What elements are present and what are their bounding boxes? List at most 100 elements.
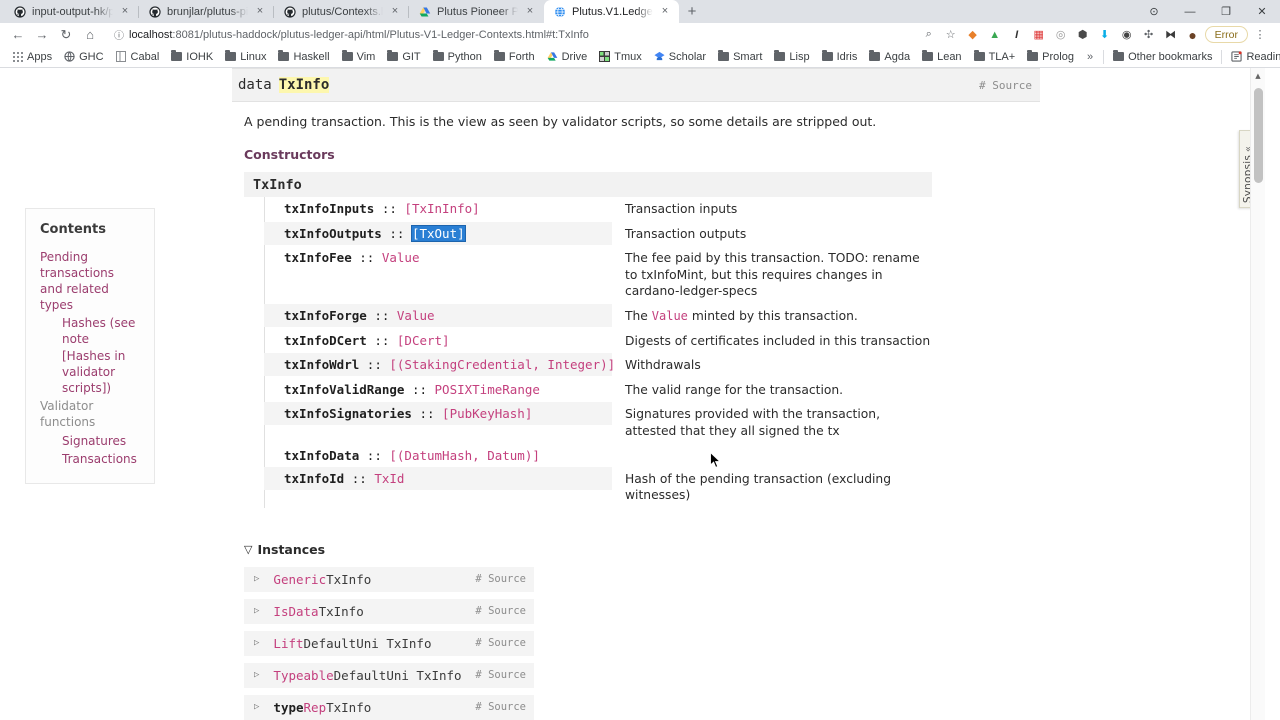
chevron-right-icon[interactable]: ▷ [254, 638, 259, 648]
forward-button[interactable]: → [30, 24, 54, 46]
sidebar-item-pending-transactions[interactable]: Pending transactions and related types [40, 249, 140, 314]
list-item[interactable]: ▷ Lift DefaultUni TxInfo # Source [244, 631, 534, 656]
bookmark-tla[interactable]: TLA+ [968, 48, 1022, 66]
other-bookmarks-button[interactable]: Other bookmarks [1107, 48, 1218, 66]
sidebar-item-hashes[interactable]: Hashes (see note [Hashes in validator sc… [40, 315, 140, 396]
address-bar[interactable]: ⓘ localhost:8081/plutus-haddock/plutus-l… [106, 26, 915, 43]
reload-button[interactable]: ↻ [54, 24, 78, 46]
tab-close-icon[interactable]: × [524, 6, 536, 17]
info-icon[interactable]: ⓘ [114, 27, 124, 42]
extension-cat-icon[interactable]: ◆ [963, 25, 983, 45]
bookmark-tmux[interactable]: Tmux [593, 48, 648, 66]
field-type-selected[interactable]: [TxOut] [412, 226, 465, 241]
bookmark-ghc[interactable]: GHC [58, 48, 109, 66]
extension-puzzle-icon[interactable]: ✣ [1139, 25, 1159, 45]
source-link[interactable]: # Source [979, 79, 1032, 92]
source-link[interactable]: # Source [475, 637, 526, 649]
reading-list-button[interactable]: Reading list [1225, 48, 1280, 66]
chevron-down-icon[interactable]: ▽ [244, 543, 252, 556]
browser-tab-3[interactable]: Plutus Pioneer Program × [409, 0, 544, 23]
browser-tab-0[interactable]: input-output-hk/plutus- × [4, 0, 139, 23]
bookmark-python[interactable]: Python [427, 48, 488, 66]
bookmark-git[interactable]: GIT [381, 48, 426, 66]
bookmark-scholar[interactable]: Scholar [648, 48, 712, 66]
instance-class[interactable]: Rep [304, 700, 327, 715]
scrollbar-thumb[interactable] [1254, 88, 1263, 183]
field-type[interactable]: [PubKeyHash] [442, 406, 532, 421]
extension-download-icon[interactable]: ⬇ [1095, 25, 1115, 45]
bookmark-prolog[interactable]: Prolog [1021, 48, 1080, 66]
extension-dark-icon[interactable]: ⬢ [1073, 25, 1093, 45]
extension-colorpick-icon[interactable]: ▦ [1029, 25, 1049, 45]
field-type[interactable]: POSIXTimeRange [435, 382, 540, 397]
field-type[interactable]: Value [397, 308, 435, 323]
instance-class[interactable]: Typeable [273, 668, 333, 683]
field-type[interactable]: [DCert] [397, 333, 450, 348]
bookmark-idris[interactable]: Idris [816, 48, 864, 66]
bookmark-haskell[interactable]: Haskell [272, 48, 335, 66]
inline-type-link[interactable]: Value [652, 309, 688, 323]
field-type[interactable]: [(StakingCredential, Integer)] [389, 357, 615, 372]
bookmark-linux[interactable]: Linux [219, 48, 272, 66]
extension-metamask-icon[interactable]: ◎ [1051, 25, 1071, 45]
profile-badge-icon[interactable]: ⊙ [1136, 0, 1172, 23]
bookmark-forth[interactable]: Forth [488, 48, 541, 66]
source-link[interactable]: # Source [475, 669, 526, 681]
error-chip[interactable]: Error [1205, 26, 1248, 43]
close-window-button[interactable]: ✕ [1244, 0, 1280, 23]
field-type[interactable]: Value [382, 250, 420, 265]
new-tab-button[interactable]: + [679, 0, 705, 23]
bookmark-agda[interactable]: Agda [863, 48, 916, 66]
bookmarks-overflow-button[interactable]: » [1080, 51, 1100, 63]
chevron-right-icon[interactable]: ▷ [254, 670, 259, 680]
extension-green-icon[interactable]: ▲ [985, 25, 1005, 45]
zoom-search-icon[interactable]: ⌕ [919, 25, 939, 45]
extension-circle-icon[interactable]: ◉ [1117, 25, 1137, 45]
list-item[interactable]: ▷ Generic TxInfo # Source [244, 567, 534, 592]
instance-class[interactable]: Lift [273, 636, 303, 651]
back-button[interactable]: ← [6, 24, 30, 46]
tab-close-icon[interactable]: × [659, 6, 671, 17]
field-type[interactable]: [TxInInfo] [404, 201, 479, 216]
bookmark-vim[interactable]: Vim [336, 48, 382, 66]
instance-class[interactable]: Generic [273, 572, 326, 587]
browser-tab-2[interactable]: plutus/Contexts.hs at ma × [274, 0, 409, 23]
profile-avatar[interactable]: ● [1183, 25, 1203, 45]
minimize-button[interactable]: — [1172, 0, 1208, 23]
bookmark-smart[interactable]: Smart [712, 48, 768, 66]
maximize-button[interactable]: ❐ [1208, 0, 1244, 23]
instances-heading[interactable]: ▽ Instances [244, 542, 1040, 557]
browser-tab-1[interactable]: brunjlar/plutus-pioneer- × [139, 0, 274, 23]
chevron-right-icon[interactable]: ▷ [254, 606, 259, 616]
source-link[interactable]: # Source [475, 573, 526, 585]
bookmark-drive[interactable]: Drive [541, 48, 594, 66]
sidebar-item-validator-functions[interactable]: Validator functions [40, 398, 140, 430]
chevron-right-icon[interactable]: ▷ [254, 702, 259, 712]
source-link[interactable]: # Source [475, 701, 526, 713]
page-scrollbar[interactable]: ▲ [1250, 68, 1265, 720]
source-link[interactable]: # Source [475, 605, 526, 617]
home-button[interactable]: ⌂ [78, 24, 102, 46]
scroll-up-arrow-icon[interactable]: ▲ [1251, 68, 1265, 83]
browser-tab-4[interactable]: Plutus.V1.Ledger.Contex × [544, 0, 679, 23]
sidebar-item-transactions[interactable]: Transactions [40, 451, 140, 467]
sidebar-item-signatures[interactable]: Signatures [40, 433, 140, 449]
instance-class[interactable]: IsData [273, 604, 318, 619]
browser-menu-icon[interactable]: ⋮ [1250, 25, 1270, 45]
bookmark-star-icon[interactable]: ☆ [941, 25, 961, 45]
bookmark-lisp[interactable]: Lisp [768, 48, 815, 66]
list-item[interactable]: ▷ IsData TxInfo # Source [244, 599, 534, 624]
tab-close-icon[interactable]: × [389, 6, 401, 17]
chevron-right-icon[interactable]: ▷ [254, 574, 259, 584]
bookmark-lean[interactable]: Lean [916, 48, 967, 66]
extension-italic-icon[interactable]: I [1007, 25, 1027, 45]
bookmark-cabal[interactable]: Cabal [110, 48, 166, 66]
field-type[interactable]: [(DatumHash, Datum)] [389, 448, 540, 463]
bookmark-apps[interactable]: Apps [6, 48, 58, 66]
field-type[interactable]: TxId [374, 471, 404, 486]
list-item[interactable]: ▷ Typeable DefaultUni TxInfo # Source [244, 663, 534, 688]
bookmark-iohk[interactable]: IOHK [165, 48, 219, 66]
tab-close-icon[interactable]: × [254, 6, 266, 17]
tab-close-icon[interactable]: × [119, 6, 131, 17]
extension-funnel-icon[interactable]: ⧓ [1161, 25, 1181, 45]
